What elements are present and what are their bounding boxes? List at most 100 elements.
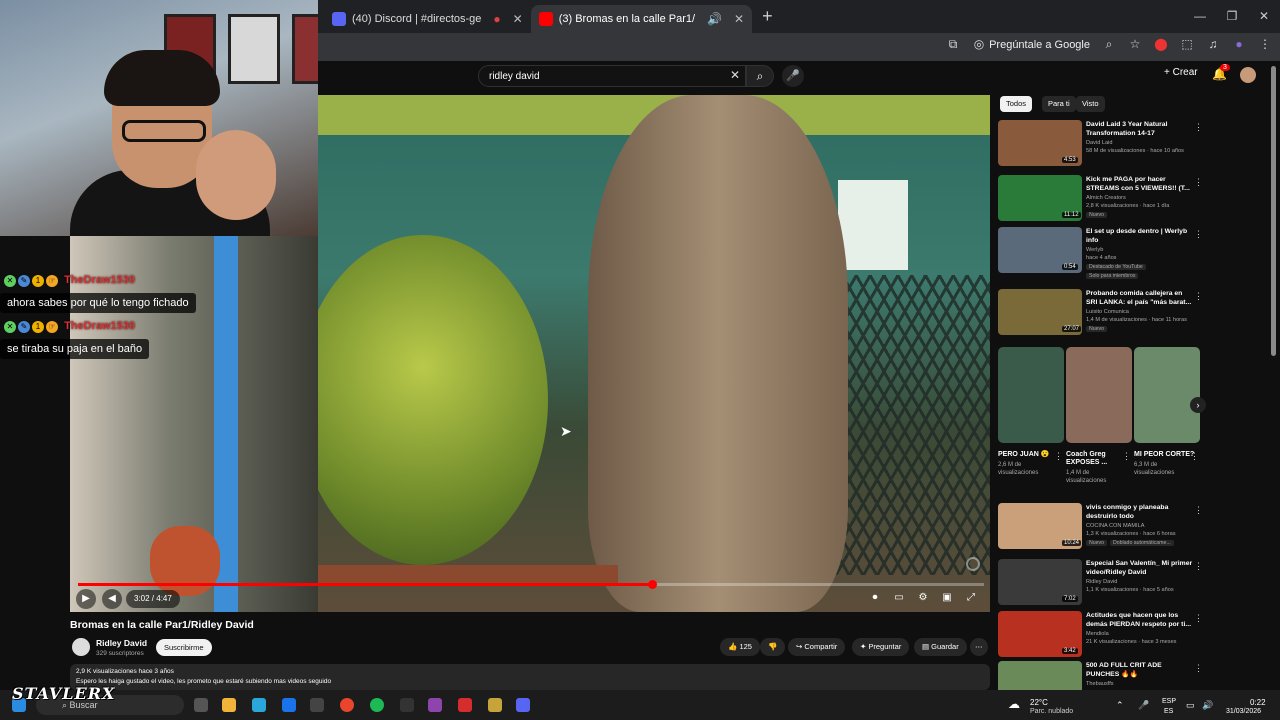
edge-icon[interactable] xyxy=(252,698,266,712)
search-button[interactable]: ⌕ xyxy=(746,65,774,87)
outlook-icon[interactable] xyxy=(282,698,296,712)
close-icon[interactable]: ✕ xyxy=(513,12,523,26)
channel-watermark-icon[interactable] xyxy=(966,557,980,571)
short-item[interactable]: MI PEOR CORTE? 6,3 M de visualizaciones ⋮ xyxy=(1134,347,1200,477)
more-options-icon[interactable]: ⋮ xyxy=(1122,451,1131,462)
recommendation-channel[interactable]: David Laid xyxy=(1086,140,1112,146)
app-icon[interactable] xyxy=(488,698,502,712)
more-options-icon[interactable]: ⋮ xyxy=(1194,663,1203,674)
autoplay-toggle-icon[interactable]: ⏺ xyxy=(868,592,882,603)
dislike-button[interactable]: 👎 xyxy=(760,638,786,656)
file-explorer-icon[interactable] xyxy=(222,698,236,712)
short-thumbnail[interactable] xyxy=(1134,347,1200,443)
short-thumbnail[interactable] xyxy=(1066,347,1132,443)
close-window-icon[interactable]: ✕ xyxy=(1248,0,1280,33)
search-input[interactable]: ridley david xyxy=(478,65,746,87)
tab-discord[interactable]: (40) Discord | #directos-ge ● ✕ xyxy=(324,5,531,33)
ask-button[interactable]: ✦ Preguntar xyxy=(852,638,910,656)
speaker-icon[interactable]: 🔊 xyxy=(707,12,722,26)
media-control-icon[interactable]: ♫ xyxy=(1206,37,1220,51)
extension-red-icon[interactable]: ⬤ xyxy=(1154,37,1168,51)
clear-search-icon[interactable]: ✕ xyxy=(730,68,740,82)
subtitles-icon[interactable]: ▭ xyxy=(892,592,906,603)
more-options-icon[interactable]: ⋮ xyxy=(1194,613,1203,624)
store-icon[interactable] xyxy=(310,698,324,712)
play-button[interactable]: ▶ xyxy=(76,589,96,609)
recommendation-title[interactable]: Probando comida callejera en SRI LANKA: … xyxy=(1086,289,1194,307)
cast-icon[interactable]: ⧉ xyxy=(946,37,960,51)
video-player[interactable]: ➤ xyxy=(318,95,990,612)
short-item[interactable]: PERO JUAN 😮 2,6 M de visualizaciones ⋮ xyxy=(998,347,1064,477)
voice-search-button[interactable]: 🎤 xyxy=(782,65,804,87)
shorts-next-button[interactable]: › xyxy=(1190,397,1206,413)
extensions-icon[interactable]: ⬚ xyxy=(1180,37,1194,51)
new-tab-button[interactable]: + xyxy=(762,6,773,27)
recommendation-channel[interactable]: Luisito Comunica xyxy=(1086,309,1129,315)
more-options-icon[interactable]: ⋮ xyxy=(1190,451,1199,462)
description-box[interactable]: 2,9 K visualizaciones hace 3 años Espero… xyxy=(70,664,990,690)
recommendation-channel[interactable]: COCINA CON MAMILA xyxy=(1086,523,1144,529)
share-button[interactable]: ↪ Compartir xyxy=(788,638,846,656)
like-button[interactable]: 👍 125 xyxy=(720,638,760,656)
zoom-icon[interactable]: ⌕ xyxy=(1102,37,1116,51)
app-icon[interactable] xyxy=(458,698,472,712)
more-options-icon[interactable]: ⋮ xyxy=(1194,505,1203,516)
network-icon[interactable]: ▭ xyxy=(1186,700,1195,711)
clock-time[interactable]: 0:22 xyxy=(1250,698,1266,707)
maximize-icon[interactable]: ❐ xyxy=(1216,0,1248,33)
chip-all[interactable]: Todos xyxy=(1000,96,1033,112)
app-icon[interactable] xyxy=(400,698,414,712)
recommendation-title[interactable]: El set up desde dentro | Werlyb info xyxy=(1086,227,1194,245)
recommendation-title[interactable]: Actitudes que hacen que los demás PIERDA… xyxy=(1086,611,1194,629)
recommendation-channel[interactable]: Ridley David xyxy=(1086,579,1117,585)
close-icon[interactable]: ✕ xyxy=(734,12,744,26)
more-options-icon[interactable]: ⋮ xyxy=(1194,122,1203,133)
recommendation-title[interactable]: vivis conmigo y planeaba destruirlo todo xyxy=(1086,503,1194,521)
short-title[interactable]: PERO JUAN 😮 xyxy=(998,451,1062,459)
volume-icon[interactable]: 🔊 xyxy=(1202,700,1213,711)
more-options-icon[interactable]: ⋮ xyxy=(1054,451,1063,462)
recommendation-channel[interactable]: Thebausffs xyxy=(1086,681,1114,687)
browser-menu-icon[interactable]: ⋮ xyxy=(1258,37,1272,51)
recommendation-title[interactable]: 500 AD FULL CRIT ADE PUNCHES 🔥🔥 xyxy=(1086,661,1194,679)
recommendation-thumbnail[interactable] xyxy=(998,661,1082,690)
subscribe-button[interactable]: Suscribirme xyxy=(156,639,212,656)
microphone-icon[interactable]: 🎤 xyxy=(1138,700,1149,711)
more-options-icon[interactable]: ⋮ xyxy=(1194,177,1203,188)
recommendation-title[interactable]: Especial San Valentín_ Mi primer video/R… xyxy=(1086,559,1194,577)
discord-taskbar-icon[interactable] xyxy=(516,698,530,712)
chip-for-you[interactable]: Para ti xyxy=(1042,96,1076,112)
weather-temperature[interactable]: 22°C xyxy=(1030,698,1048,707)
more-options-icon[interactable]: ⋮ xyxy=(1194,561,1203,572)
recommendation-channel[interactable]: Werlyb xyxy=(1086,247,1103,253)
profile-icon[interactable]: ● xyxy=(1232,37,1246,51)
save-button[interactable]: ▤ Guardar xyxy=(914,638,967,656)
bookmark-star-icon[interactable]: ☆ xyxy=(1128,37,1142,51)
more-options-icon[interactable]: ⋮ xyxy=(1194,291,1203,302)
short-thumbnail[interactable] xyxy=(998,347,1064,443)
chevron-up-icon[interactable]: ⌃ xyxy=(1116,700,1124,711)
settings-gear-icon[interactable]: ⚙ xyxy=(916,592,930,603)
channel-avatar[interactable] xyxy=(72,638,90,656)
short-title[interactable]: MI PEOR CORTE? xyxy=(1134,451,1198,459)
spotify-icon[interactable] xyxy=(370,698,384,712)
page-scrollbar[interactable] xyxy=(1271,66,1276,356)
more-actions-button[interactable]: ⋯ xyxy=(970,638,988,656)
create-button[interactable]: + Crear xyxy=(1164,67,1198,78)
miniplayer-icon[interactable]: ▣ xyxy=(940,592,954,603)
chrome-icon[interactable] xyxy=(340,698,354,712)
short-title[interactable]: Coach Greg EXPOSES ... xyxy=(1066,451,1130,467)
fullscreen-icon[interactable]: ⤢ xyxy=(964,592,978,603)
channel-name[interactable]: Ridley David xyxy=(96,638,147,648)
task-view-icon[interactable] xyxy=(194,698,208,712)
chip-watched[interactable]: Visto xyxy=(1076,96,1105,112)
short-item[interactable]: Coach Greg EXPOSES ... 1,4 M de visualiza… xyxy=(1066,347,1132,485)
app-icon[interactable] xyxy=(428,698,442,712)
account-avatar[interactable] xyxy=(1240,67,1256,83)
recommendation-channel[interactable]: Almich Creators xyxy=(1086,195,1126,201)
ask-google-button[interactable]: ◎ Pregúntale a Google xyxy=(972,37,1090,51)
recommendation-title[interactable]: David Laid 3 Year Natural Transformation… xyxy=(1086,120,1194,138)
keyboard-language[interactable]: ESP xyxy=(1162,698,1176,705)
minimize-icon[interactable]: — xyxy=(1184,0,1216,33)
more-options-icon[interactable]: ⋮ xyxy=(1194,229,1203,240)
